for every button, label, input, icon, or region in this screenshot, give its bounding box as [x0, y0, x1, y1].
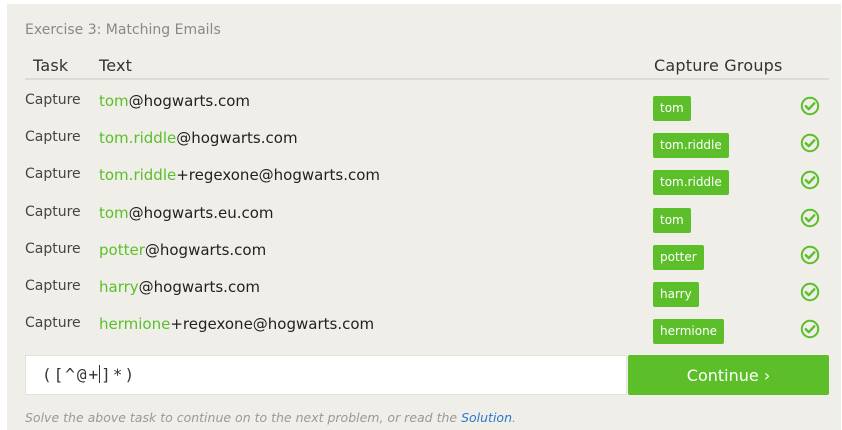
table-row: Capture tom@hogwarts.eu.com tom [7, 198, 841, 235]
table-row: Capture tom@hogwarts.com tom [7, 86, 841, 123]
check-circle-icon [800, 208, 820, 228]
test-string: hermione+regexone@hogwarts.com [99, 315, 374, 333]
unmatched-portion: @hogwarts.com [138, 278, 260, 296]
regex-input-value[interactable]: ([^@+]*) [42, 365, 136, 384]
footer-hint: Solve the above task to continue on to t… [25, 410, 516, 425]
unmatched-portion: @hogwarts.com [176, 129, 298, 148]
unmatched-portion: @hogwarts.eu.com [128, 203, 274, 222]
table-row: Capture tom.riddle@hogwarts.com tom.riddle [7, 123, 841, 160]
capture-group-badge: tom [653, 207, 691, 233]
table-row: Capture tom.riddle+regexone@hogwarts.com t… [7, 160, 841, 197]
check-circle-icon [800, 133, 820, 153]
continue-button[interactable]: Continue › [628, 355, 829, 395]
task-label: Capture [25, 240, 81, 257]
task-label: Capture [25, 278, 81, 294]
test-string: tom.riddle+regexone@hogwarts.com [99, 166, 380, 184]
task-label: Capture [25, 315, 81, 332]
matched-portion: tom.riddle [99, 166, 177, 185]
matched-portion: tom.riddle [99, 129, 177, 148]
check-circle-icon [800, 170, 820, 190]
unmatched-portion: @hogwarts.com [128, 92, 251, 110]
check-circle-icon [800, 319, 820, 339]
column-header-capture-groups: Capture Groups [654, 56, 783, 75]
test-string: tom@hogwarts.eu.com [99, 204, 274, 222]
matched-portion: potter [99, 240, 145, 259]
task-label: Capture [25, 129, 81, 146]
capture-group-badge: tom.riddle [653, 170, 729, 196]
header-divider [25, 78, 829, 80]
check-circle-icon [800, 282, 820, 302]
column-header-text: Text [99, 56, 133, 75]
capture-group-badge: hermione [653, 319, 725, 345]
test-string: tom@hogwarts.com [99, 92, 250, 110]
capture-group-badge: harry [653, 282, 699, 307]
table-row: Capture potter@hogwarts.com potter [7, 235, 841, 272]
unmatched-portion: @hogwarts.com [144, 240, 267, 259]
matched-portion: tom [99, 92, 129, 110]
unmatched-portion: +regexone@hogwarts.com [176, 166, 381, 185]
unmatched-portion: +regexone@hogwarts.com [170, 315, 375, 334]
capture-group-badge: tom.riddle [653, 133, 729, 159]
test-string: potter@hogwarts.com [99, 241, 266, 259]
exercise-title: Exercise 3: Matching Emails [25, 22, 221, 38]
table-row: Capture hermione+regexone@hogwarts.com her… [7, 309, 841, 346]
matched-portion: tom [99, 203, 129, 222]
test-string: harry@hogwarts.com [99, 278, 260, 296]
solution-link[interactable]: Solution [461, 410, 512, 425]
check-circle-icon [800, 245, 820, 265]
task-label: Capture [25, 203, 81, 220]
capture-group-badge: potter [653, 244, 704, 270]
task-label: Capture [25, 166, 81, 183]
table-row: Capture harry@hogwarts.com harry [7, 272, 841, 309]
capture-group-badge: tom [653, 96, 691, 121]
test-string: tom.riddle@hogwarts.com [99, 129, 298, 147]
check-circle-icon [800, 96, 820, 116]
column-header-task: Task [33, 56, 69, 75]
regex-input[interactable]: ([^@+]*) [25, 355, 627, 395]
task-label: Capture [25, 92, 81, 108]
matched-portion: harry [99, 278, 139, 296]
exercise-panel: Exercise 3: Matching Emails Task Text Ca… [7, 4, 841, 430]
matched-portion: hermione [99, 315, 171, 334]
